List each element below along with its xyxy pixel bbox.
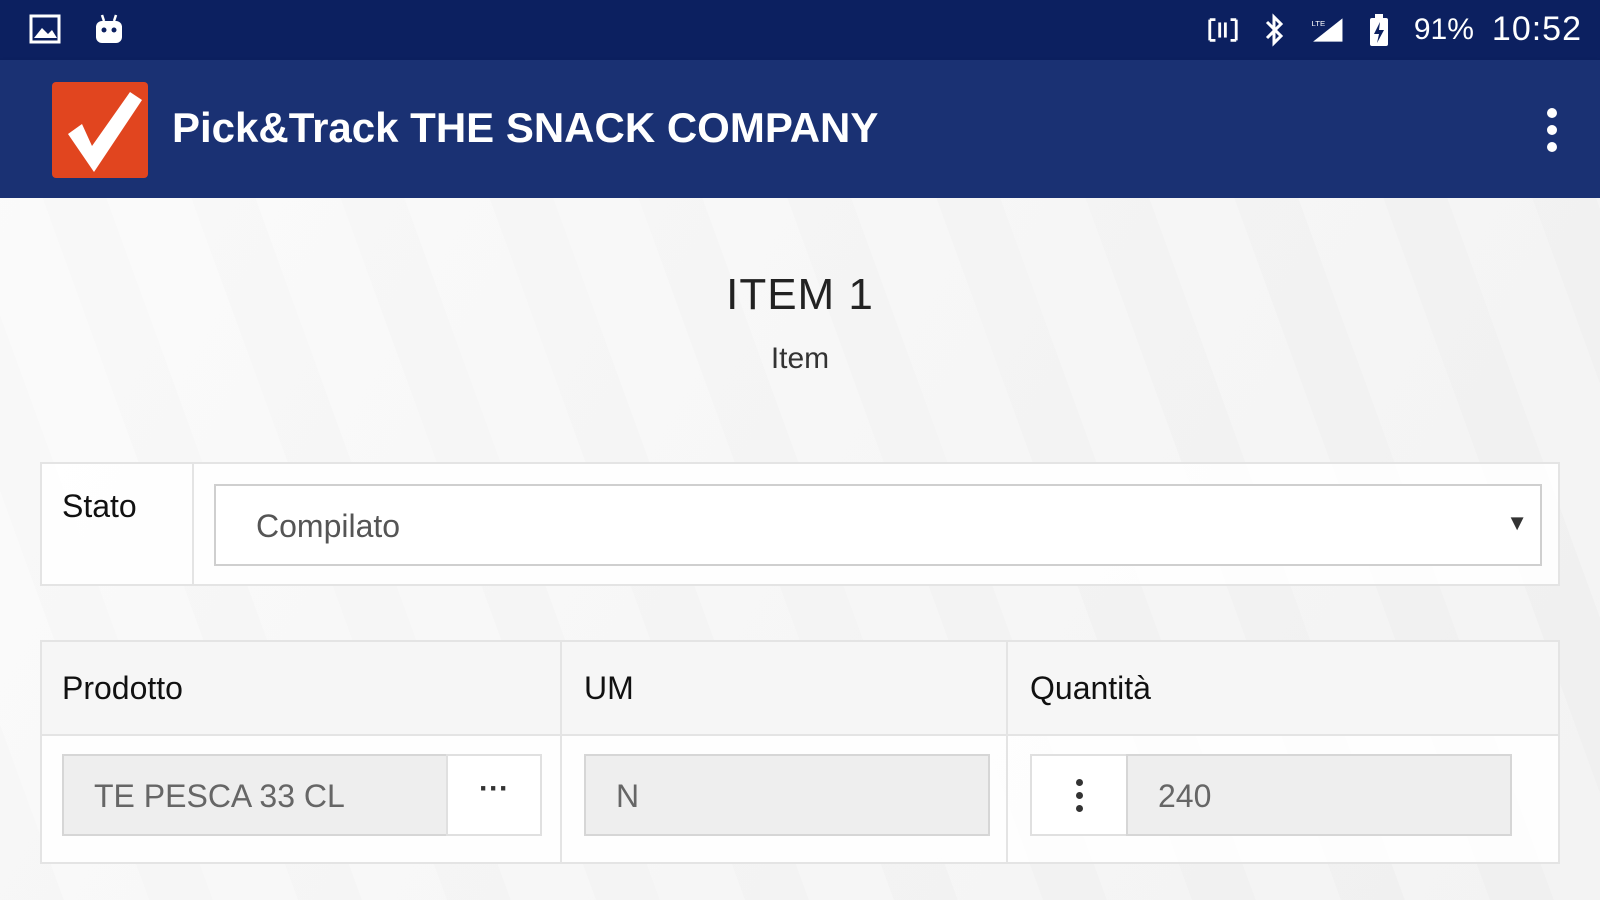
- header-quantita: Quantità: [1030, 670, 1151, 706]
- um-field[interactable]: N: [584, 754, 990, 836]
- bluetooth-icon: [1258, 12, 1292, 47]
- android-icon: [92, 12, 126, 46]
- stato-selected-value: Compilato: [256, 508, 401, 544]
- divider: [192, 464, 194, 584]
- battery-icon: [1362, 13, 1396, 47]
- header-prodotto: Prodotto: [62, 670, 183, 706]
- nfc-icon: [1206, 13, 1240, 47]
- kebab-icon: [1075, 778, 1083, 812]
- stato-label: Stato: [62, 488, 137, 524]
- quantita-options-button[interactable]: [1030, 754, 1128, 836]
- dropdown-arrow-icon: ▼: [1506, 510, 1528, 535]
- checkmark-logo: [52, 82, 148, 178]
- overflow-menu-icon[interactable]: [1532, 100, 1572, 160]
- prodotto-lookup-button[interactable]: ···: [446, 754, 542, 836]
- app-bar: Pick&Track THE SNACK COMPANY: [0, 60, 1600, 198]
- column-divider: [560, 642, 562, 862]
- more-icon: ···: [479, 772, 509, 805]
- table-header-row: [42, 642, 1558, 736]
- clock: 10:52: [1491, 10, 1582, 48]
- product-table: Prodotto UM Quantità TE PESCA 33 CL ··· …: [40, 640, 1560, 864]
- signal-icon: LTE: [1310, 13, 1344, 47]
- quantita-field[interactable]: 240: [1126, 754, 1512, 836]
- quantita-value: 240: [1158, 778, 1212, 814]
- image-icon: [28, 12, 62, 46]
- app-title: Pick&Track THE SNACK COMPANY: [172, 104, 879, 151]
- column-divider: [1006, 642, 1008, 862]
- stato-panel: Stato Compilato ▼: [40, 462, 1560, 586]
- stato-select[interactable]: Compilato ▼: [214, 484, 1542, 566]
- um-value: N: [616, 778, 640, 814]
- status-bar: LTE 91% 10:52: [0, 0, 1600, 60]
- item-subtitle: Item: [770, 342, 830, 375]
- svg-text:LTE: LTE: [1311, 19, 1325, 28]
- prodotto-value: TE PESCA 33 CL: [94, 778, 345, 814]
- battery-percent: 91%: [1413, 12, 1474, 46]
- prodotto-field[interactable]: TE PESCA 33 CL: [62, 754, 448, 836]
- header-um: UM: [584, 670, 634, 706]
- item-title: ITEM 1: [726, 270, 874, 319]
